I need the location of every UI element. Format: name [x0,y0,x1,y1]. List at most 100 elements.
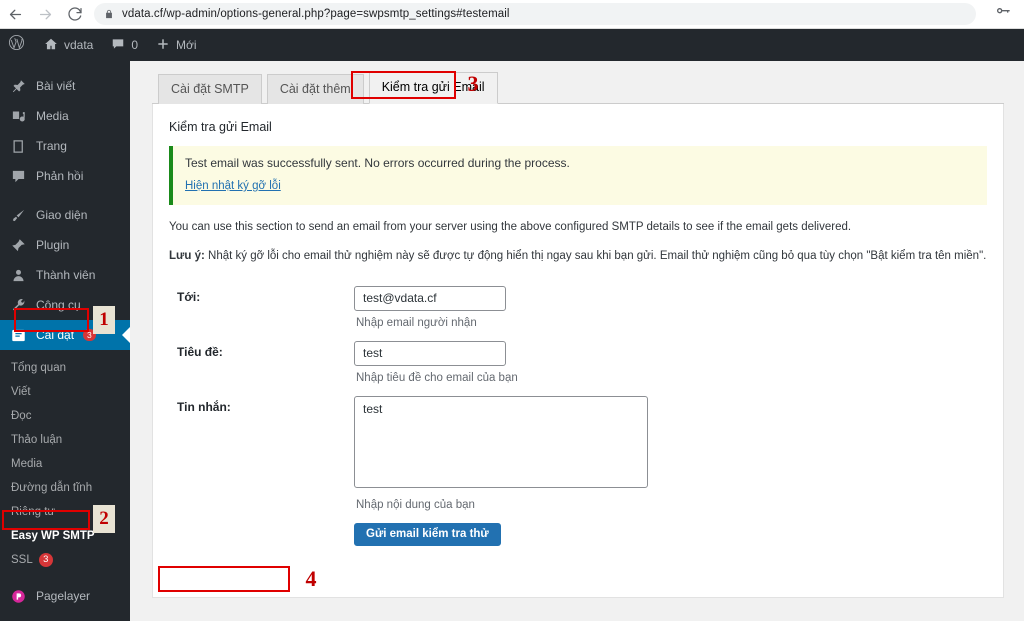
annotation-number-4: 4 [305,566,317,591]
pagelayer-icon [10,588,27,605]
sidebar-item-label: Media [36,109,69,123]
sidebar-subitem-label: Viết [11,386,31,398]
sidebar-item-label: Pagelayer [36,589,91,603]
sidebar-item-pagelayer[interactable]: Pagelayer [0,581,130,611]
reload-icon [67,6,83,22]
sidebar-subitem-label: Easy WP SMTP [11,530,95,542]
wordpress-logo-icon [8,34,25,56]
sidebar-item-label: Phản hồi [36,169,84,183]
sidebar-item-popularfx[interactable]: PopularFX [0,611,130,621]
to-email-input[interactable] [354,285,506,311]
address-bar[interactable]: vdata.cf/wp-admin/options-general.php?pa… [94,3,976,25]
menu-separator [0,572,130,581]
home-icon [44,37,58,54]
popularfx-icon [10,618,27,621]
panel-title: Kiểm tra gửi Email [169,120,272,134]
sidebar-subitem-discussion[interactable]: Thảo luận [0,428,130,452]
menu-separator [0,191,130,200]
wp-admin-bar: vdata 0 Mới [0,29,1024,61]
sidebar-subitem-ssl[interactable]: SSL 3 [0,548,130,572]
label-message: Tin nhắn: [177,399,231,414]
sidebar-item-pages[interactable]: Trang [0,131,130,161]
sidebar-subitem-writing[interactable]: Viết [0,380,130,404]
arrow-right-icon [37,6,54,23]
sidebar-item-label: Plugin [36,238,70,252]
notice-message: Test email was successfully sent. No err… [185,156,570,170]
password-key-button[interactable] [986,0,1020,29]
tab-smtp-settings[interactable]: Cài đặt SMTP [158,74,262,104]
show-debug-log-link[interactable]: Hiện nhật ký gỡ lỗi [185,180,281,192]
sidebar-subitem-label: Media [11,458,43,470]
media-icon [10,108,27,125]
page-icon [10,138,27,155]
sidebar-item-users[interactable]: Thành viên [0,260,130,290]
sidebar-item-label: Trang [36,139,67,153]
url-text: vdata.cf/wp-admin/options-general.php?pa… [122,8,510,20]
tab-label: Cài đặt SMTP [171,82,249,96]
section-note: Lưu ý: Nhật ký gỡ lỗi cho email thử nghi… [169,248,987,265]
comments-count: 0 [131,38,139,52]
sidebar-item-appearance[interactable]: Giao diện [0,200,130,230]
message-textarea[interactable]: test [354,395,648,488]
plus-icon [156,37,170,54]
sidebar-item-label: Giao diện [36,208,88,222]
comment-bubble-icon [111,37,125,54]
wordpress-logo-button[interactable] [0,29,35,61]
label-to: Tới: [177,289,201,304]
sidebar-subitem-permalinks[interactable]: Đường dẫn tĩnh [0,476,130,500]
ssl-update-bubble: 3 [38,553,53,567]
success-notice: Test email was successfully sent. No err… [169,146,987,205]
form-row-submit: Gửi email kiểm tra thử [169,517,987,552]
sidebar-item-media[interactable]: Media [0,101,130,131]
sidebar-subitem-general[interactable]: Tổng quan [0,356,130,380]
forward-button[interactable] [30,0,60,29]
sidebar-subitem-label: Tổng quan [11,362,66,374]
active-menu-pointer-icon [122,327,130,343]
sidebar-item-posts[interactable]: Bài viết [0,71,130,101]
test-email-form: Tới: Nhập email người nhận Tiêu đề: Nhập… [169,280,987,552]
note-body: Nhật ký gỡ lỗi cho email thử nghiệm này … [204,250,987,263]
sidebar-item-comments[interactable]: Phản hồi [0,161,130,191]
site-name-button[interactable]: vdata [35,29,102,61]
appearance-brush-icon [10,207,27,224]
reload-button[interactable] [60,0,90,29]
main-content-area: Cài đặt SMTP Cài đặt thêm Kiểm tra gửi E… [130,61,1024,621]
test-email-panel: Kiểm tra gửi Email Test email was succes… [152,104,1004,598]
site-name-label: vdata [64,38,94,52]
message-hint: Nhập nội dung của bạn [356,498,475,511]
sidebar-item-label: Thành viên [36,268,96,282]
section-description: You can use this section to send an emai… [169,221,852,233]
plugin-icon [10,237,27,254]
comment-icon [10,168,27,185]
back-button[interactable] [0,0,30,29]
annotation-number-1: 1 [93,306,115,334]
admin-sidebar-menu: Bài viết Media Trang Phản hồi Giao diện … [0,61,130,621]
tab-additional-settings[interactable]: Cài đặt thêm [266,74,364,104]
sidebar-subitem-label: Đọc [11,410,32,422]
sidebar-item-label: Bài viết [36,79,76,93]
sidebar-item-plugins[interactable]: Plugin [0,230,130,260]
sidebar-item-label: Cài đặt [36,328,75,342]
users-icon [10,267,27,284]
annotation-number-3: 3 [467,71,479,96]
sidebar-item-label: Công cụ [36,298,81,312]
sidebar-subitem-label: SSL [11,554,33,566]
label-submit-empty [169,517,354,552]
subject-input[interactable] [354,340,506,366]
sidebar-subitem-media[interactable]: Media [0,452,130,476]
send-test-email-button[interactable]: Gửi email kiểm tra thử [354,522,501,546]
pin-icon [10,78,27,95]
form-row-to: Tới: Nhập email người nhận [169,280,987,335]
browser-toolbar: vdata.cf/wp-admin/options-general.php?pa… [0,0,1024,29]
new-content-label: Mới [176,38,197,52]
sidebar-subitem-label: Riêng tư [11,506,56,518]
label-subject: Tiêu đề: [177,344,223,359]
annotation-number-2: 2 [93,505,115,533]
tab-label: Cài đặt thêm [279,82,351,96]
note-prefix: Lưu ý: [169,250,205,263]
new-content-button[interactable]: Mới [147,29,206,61]
lock-icon [104,8,114,20]
comments-button[interactable]: 0 [102,29,147,61]
subject-hint: Nhập tiêu đề cho email của bạn [356,371,518,384]
sidebar-subitem-reading[interactable]: Đọc [0,404,130,428]
